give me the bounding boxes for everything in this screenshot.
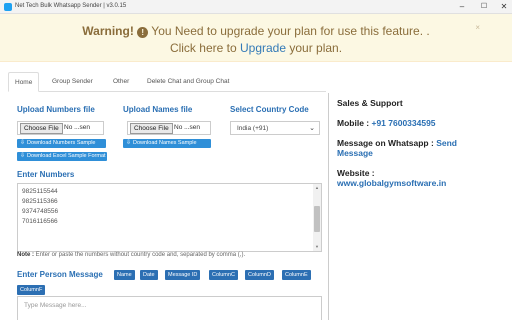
chip-name[interactable]: Name — [114, 270, 135, 280]
minimize-button[interactable]: – — [457, 2, 467, 12]
numbers-file-status: No ...sen — [64, 124, 91, 131]
sidebar-divider — [328, 93, 329, 320]
upgrade-warning-banner: Warning! ! You Need to upgrade your plan… — [0, 14, 512, 62]
download-icon: ⇩ — [20, 140, 26, 146]
window-titlebar: Net Tech Bulk Whatsapp Sender | v3.0.15 … — [0, 0, 512, 14]
note-text: Enter or paste the numbers without count… — [35, 252, 246, 258]
names-choose-file-button[interactable]: Choose File — [130, 123, 173, 134]
warning-strong: Warning! — [82, 24, 134, 38]
download-names-sample-button[interactable]: ⇩ Download Names Sample — [123, 139, 211, 148]
chip-column-c[interactable]: ColumnC — [209, 270, 238, 280]
warning-line-2: Click here to Upgrade your plan. — [0, 41, 512, 55]
website-link[interactable]: www.globalgymsoftware.in — [337, 178, 446, 188]
tab-group-sender[interactable]: Group Sender — [46, 72, 99, 92]
maximize-button[interactable]: ☐ — [479, 2, 489, 12]
message-placeholder: Type Message here... — [24, 302, 87, 309]
person-message-textarea[interactable]: Type Message here... — [17, 296, 322, 320]
download-excel-sample-button[interactable]: ⇩ Download Excel Sample Format — [17, 152, 107, 161]
names-file-input[interactable]: Choose File No ...sen — [127, 121, 211, 135]
download-numbers-sample-button[interactable]: ⇩ Download Numbers Sample — [17, 139, 106, 148]
person-message-label: Enter Person Message — [17, 270, 103, 279]
number-line: 7016116566 — [22, 218, 58, 225]
mobile-value: +91 7600334595 — [371, 118, 436, 128]
numbers-file-input[interactable]: Choose File No ...sen — [17, 121, 104, 135]
website-value-row: www.globalgymsoftware.in — [337, 178, 446, 188]
chip-date[interactable]: Date — [140, 270, 158, 280]
close-window-button[interactable]: ✕ — [499, 2, 509, 12]
download-names-sample-label: Download Names Sample — [133, 140, 197, 146]
country-code-select[interactable]: India (+91) ⌄ — [230, 121, 320, 135]
names-file-status: No ...sen — [174, 124, 201, 131]
download-excel-sample-label: Download Excel Sample Format — [27, 153, 106, 159]
warning-line2-suffix: your plan. — [289, 41, 343, 55]
warning-line2-prefix: Click here to — [169, 41, 237, 55]
whatsapp-row-2: Message — [337, 148, 373, 158]
whatsapp-row: Message on Whatsapp : Send — [337, 138, 457, 148]
country-code-label: Select Country Code — [230, 105, 309, 114]
textarea-scrollbar[interactable]: ▲ ▼ — [313, 184, 321, 251]
numbers-choose-file-button[interactable]: Choose File — [20, 123, 63, 134]
scroll-up-icon[interactable]: ▲ — [314, 185, 320, 190]
scroll-down-icon[interactable]: ▼ — [314, 244, 320, 249]
warning-message: You Need to upgrade your plan for use th… — [151, 24, 430, 38]
send-message-link[interactable]: Send — [436, 138, 457, 148]
chip-column-d[interactable]: ColumnD — [245, 270, 274, 280]
upload-names-label: Upload Names file — [123, 105, 193, 114]
sales-support-title: Sales & Support — [337, 98, 403, 108]
warning-line-1: Warning! ! You Need to upgrade your plan… — [0, 24, 512, 38]
app-icon — [4, 3, 12, 11]
upload-numbers-label: Upload Numbers file — [17, 105, 95, 114]
scrollbar-thumb[interactable] — [314, 206, 320, 232]
upgrade-link[interactable]: Upgrade — [240, 41, 286, 55]
download-numbers-sample-label: Download Numbers Sample — [27, 140, 96, 146]
mobile-row: Mobile : +91 7600334595 — [337, 118, 436, 128]
numbers-textarea[interactable]: 9825115544 9825115366 9374748556 7016116… — [17, 183, 322, 252]
tab-other[interactable]: Other — [107, 72, 135, 92]
number-line: 9825115544 — [22, 188, 58, 195]
enter-numbers-label: Enter Numbers — [17, 170, 75, 179]
mobile-label: Mobile : — [337, 118, 370, 128]
download-icon: ⇩ — [126, 140, 132, 146]
exclamation-circle-icon: ! — [137, 27, 149, 38]
download-icon: ⇩ — [20, 153, 26, 159]
chip-column-e[interactable]: ColumnE — [282, 270, 311, 280]
country-code-value: India (+91) — [237, 125, 269, 132]
window-title: Net Tech Bulk Whatsapp Sender | v3.0.15 — [15, 3, 127, 9]
main-tabs: Home Group Sender Other Delete Chat and … — [8, 72, 326, 92]
tab-home[interactable]: Home — [8, 72, 40, 92]
numbers-note: Note : Enter or paste the numbers withou… — [17, 252, 245, 258]
number-line: 9374748556 — [22, 208, 59, 215]
whatsapp-label: Message on Whatsapp : — [337, 138, 434, 148]
note-label: Note : — [17, 252, 34, 258]
website-row: Website : — [337, 168, 375, 178]
send-message-link-2[interactable]: Message — [337, 148, 373, 158]
close-warning-icon[interactable]: × — [475, 23, 480, 32]
number-line: 9825115366 — [22, 198, 58, 205]
tab-delete-chat[interactable]: Delete Chat and Group Chat — [141, 72, 235, 92]
chip-column-f[interactable]: ColumnF — [17, 285, 46, 295]
chevron-down-icon: ⌄ — [309, 125, 315, 132]
website-label: Website : — [337, 168, 375, 178]
chip-message-id[interactable]: Message ID — [165, 270, 201, 280]
